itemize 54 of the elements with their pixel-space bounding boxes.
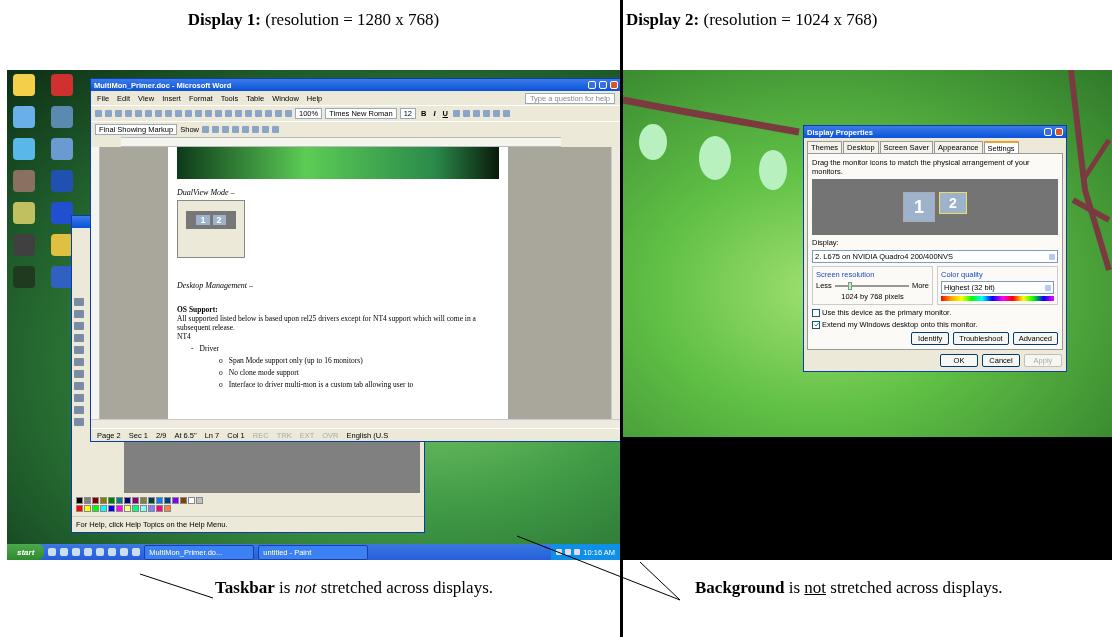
water-drop-drawing bbox=[699, 136, 731, 180]
scrollbar[interactable] bbox=[611, 147, 620, 419]
palette-swatch[interactable] bbox=[116, 505, 123, 512]
checkbox[interactable] bbox=[812, 320, 820, 329]
document-heading: DualView Mode – bbox=[177, 188, 236, 197]
start-button[interactable]: start bbox=[7, 544, 45, 560]
monitor-thumbnail: 1 bbox=[196, 215, 210, 225]
palette-swatch[interactable] bbox=[148, 497, 155, 504]
maximize-button[interactable] bbox=[599, 81, 607, 89]
palette-swatch[interactable] bbox=[132, 497, 139, 504]
palette-swatch[interactable] bbox=[84, 505, 91, 512]
annotation-caption: Background is not stretched across displays. bbox=[695, 578, 1003, 598]
checkbox[interactable] bbox=[812, 308, 820, 317]
palette-swatch[interactable] bbox=[92, 497, 99, 504]
help-button[interactable] bbox=[1044, 128, 1052, 136]
palette-swatch[interactable] bbox=[76, 505, 83, 512]
palette-swatch[interactable] bbox=[108, 505, 115, 512]
palette-swatch[interactable] bbox=[132, 505, 139, 512]
palette-swatch[interactable] bbox=[92, 505, 99, 512]
display-caption: Display 1: (resolution = 1280 x 768) bbox=[186, 10, 440, 30]
palette-swatch[interactable] bbox=[108, 497, 115, 504]
palette-swatch[interactable] bbox=[76, 497, 83, 504]
palette-swatch[interactable] bbox=[100, 505, 107, 512]
annotation-caption: Taskbar is not stretched across displays. bbox=[215, 578, 493, 598]
palette-swatch[interactable] bbox=[180, 497, 187, 504]
close-button[interactable] bbox=[610, 81, 618, 89]
monitor-thumbnail: 2 bbox=[212, 215, 226, 225]
palette-swatch[interactable] bbox=[188, 497, 195, 504]
palette-swatch[interactable] bbox=[124, 505, 131, 512]
palette-swatch[interactable] bbox=[100, 497, 107, 504]
palette-swatch[interactable] bbox=[116, 497, 123, 504]
close-button[interactable] bbox=[1055, 128, 1063, 136]
resolution-slider[interactable] bbox=[834, 284, 909, 287]
display-caption: Display 2: (resolution = 1024 x 768) bbox=[625, 10, 879, 30]
palette-swatch[interactable] bbox=[140, 505, 147, 512]
palette-swatch[interactable] bbox=[156, 505, 163, 512]
desktop-icon[interactable] bbox=[13, 74, 35, 96]
scrollbar[interactable] bbox=[91, 419, 620, 428]
desktop-icon[interactable] bbox=[51, 266, 73, 288]
palette-swatch[interactable] bbox=[196, 497, 203, 504]
palette-swatch[interactable] bbox=[164, 505, 171, 512]
palette-swatch[interactable] bbox=[164, 497, 171, 504]
palette-swatch[interactable] bbox=[124, 497, 131, 504]
water-drop-drawing bbox=[639, 124, 667, 160]
palette-swatch[interactable] bbox=[148, 505, 155, 512]
palette-swatch[interactable] bbox=[156, 497, 163, 504]
slider-thumb[interactable] bbox=[847, 281, 852, 290]
palette-swatch[interactable] bbox=[84, 497, 91, 504]
palette-swatch[interactable] bbox=[172, 497, 179, 504]
desktop-icon[interactable] bbox=[51, 234, 73, 256]
document-heading: Desktop Management – bbox=[177, 281, 254, 290]
water-drop-drawing bbox=[759, 150, 787, 190]
palette-swatch[interactable] bbox=[140, 497, 147, 504]
minimize-button[interactable] bbox=[588, 81, 596, 89]
